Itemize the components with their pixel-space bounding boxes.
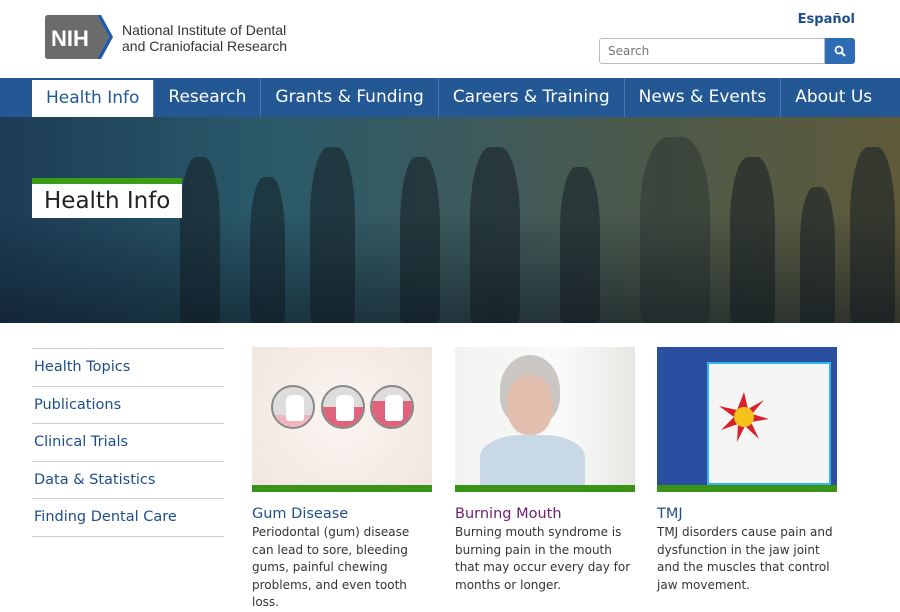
search-button[interactable] — [825, 38, 855, 64]
nav-about-us[interactable]: About Us — [781, 78, 886, 117]
org-name: National Institute of Dental and Craniofa… — [122, 22, 287, 54]
card-tmj[interactable]: TMJ TMJ disorders cause pain and dysfunc… — [657, 347, 837, 594]
nav-grants-funding[interactable]: Grants & Funding — [261, 78, 439, 117]
burning-mouth-image[interactable] — [455, 347, 635, 485]
sidebar-item-finding-dental-care[interactable]: Finding Dental Care — [32, 499, 224, 537]
card-title[interactable]: Burning Mouth — [455, 506, 635, 522]
language-link-espanol[interactable]: Español — [798, 12, 855, 27]
tmj-image[interactable] — [657, 347, 837, 485]
card-description: Periodontal (gum) disease can lead to so… — [252, 525, 410, 609]
nav-health-info[interactable]: Health Info — [32, 80, 155, 117]
card-burning-mouth[interactable]: Burning Mouth Burning mouth syndrome is … — [455, 347, 635, 594]
org-line-2: and Craniofacial Research — [122, 38, 287, 54]
sidebar-item-clinical-trials[interactable]: Clinical Trials — [32, 424, 224, 462]
logo-text: NIH — [51, 26, 89, 51]
magnifier-icon — [834, 45, 846, 57]
hero-title: Health Info — [32, 178, 183, 218]
hero-banner — [0, 117, 900, 323]
card-gum-disease[interactable]: Gum Disease Periodontal (gum) disease ca… — [252, 347, 432, 612]
sidebar-item-publications[interactable]: Publications — [32, 387, 224, 424]
sidebar-item-health-topics[interactable]: Health Topics — [32, 349, 224, 387]
gum-disease-image[interactable] — [252, 347, 432, 485]
main-nav: Health Info Research Grants & Funding Ca… — [0, 78, 900, 117]
nav-research[interactable]: Research — [154, 78, 262, 117]
card-description: Burning mouth syndrome is burning pain i… — [455, 525, 631, 592]
sidebar-item-data-statistics[interactable]: Data & Statistics — [32, 462, 224, 499]
card-title[interactable]: TMJ — [657, 506, 837, 522]
org-line-1: National Institute of Dental — [122, 22, 287, 38]
nav-careers-training[interactable]: Careers & Training — [439, 78, 625, 117]
pain-burst-icon — [719, 392, 769, 442]
card-description: TMJ disorders cause pain and dysfunction… — [657, 525, 833, 592]
card-title[interactable]: Gum Disease — [252, 506, 432, 522]
nih-logo[interactable]: NIH — [45, 15, 113, 59]
sidebar-nav: Health Topics Publications Clinical Tria… — [32, 348, 224, 537]
search-input[interactable] — [599, 38, 825, 64]
nav-news-events[interactable]: News & Events — [625, 78, 782, 117]
